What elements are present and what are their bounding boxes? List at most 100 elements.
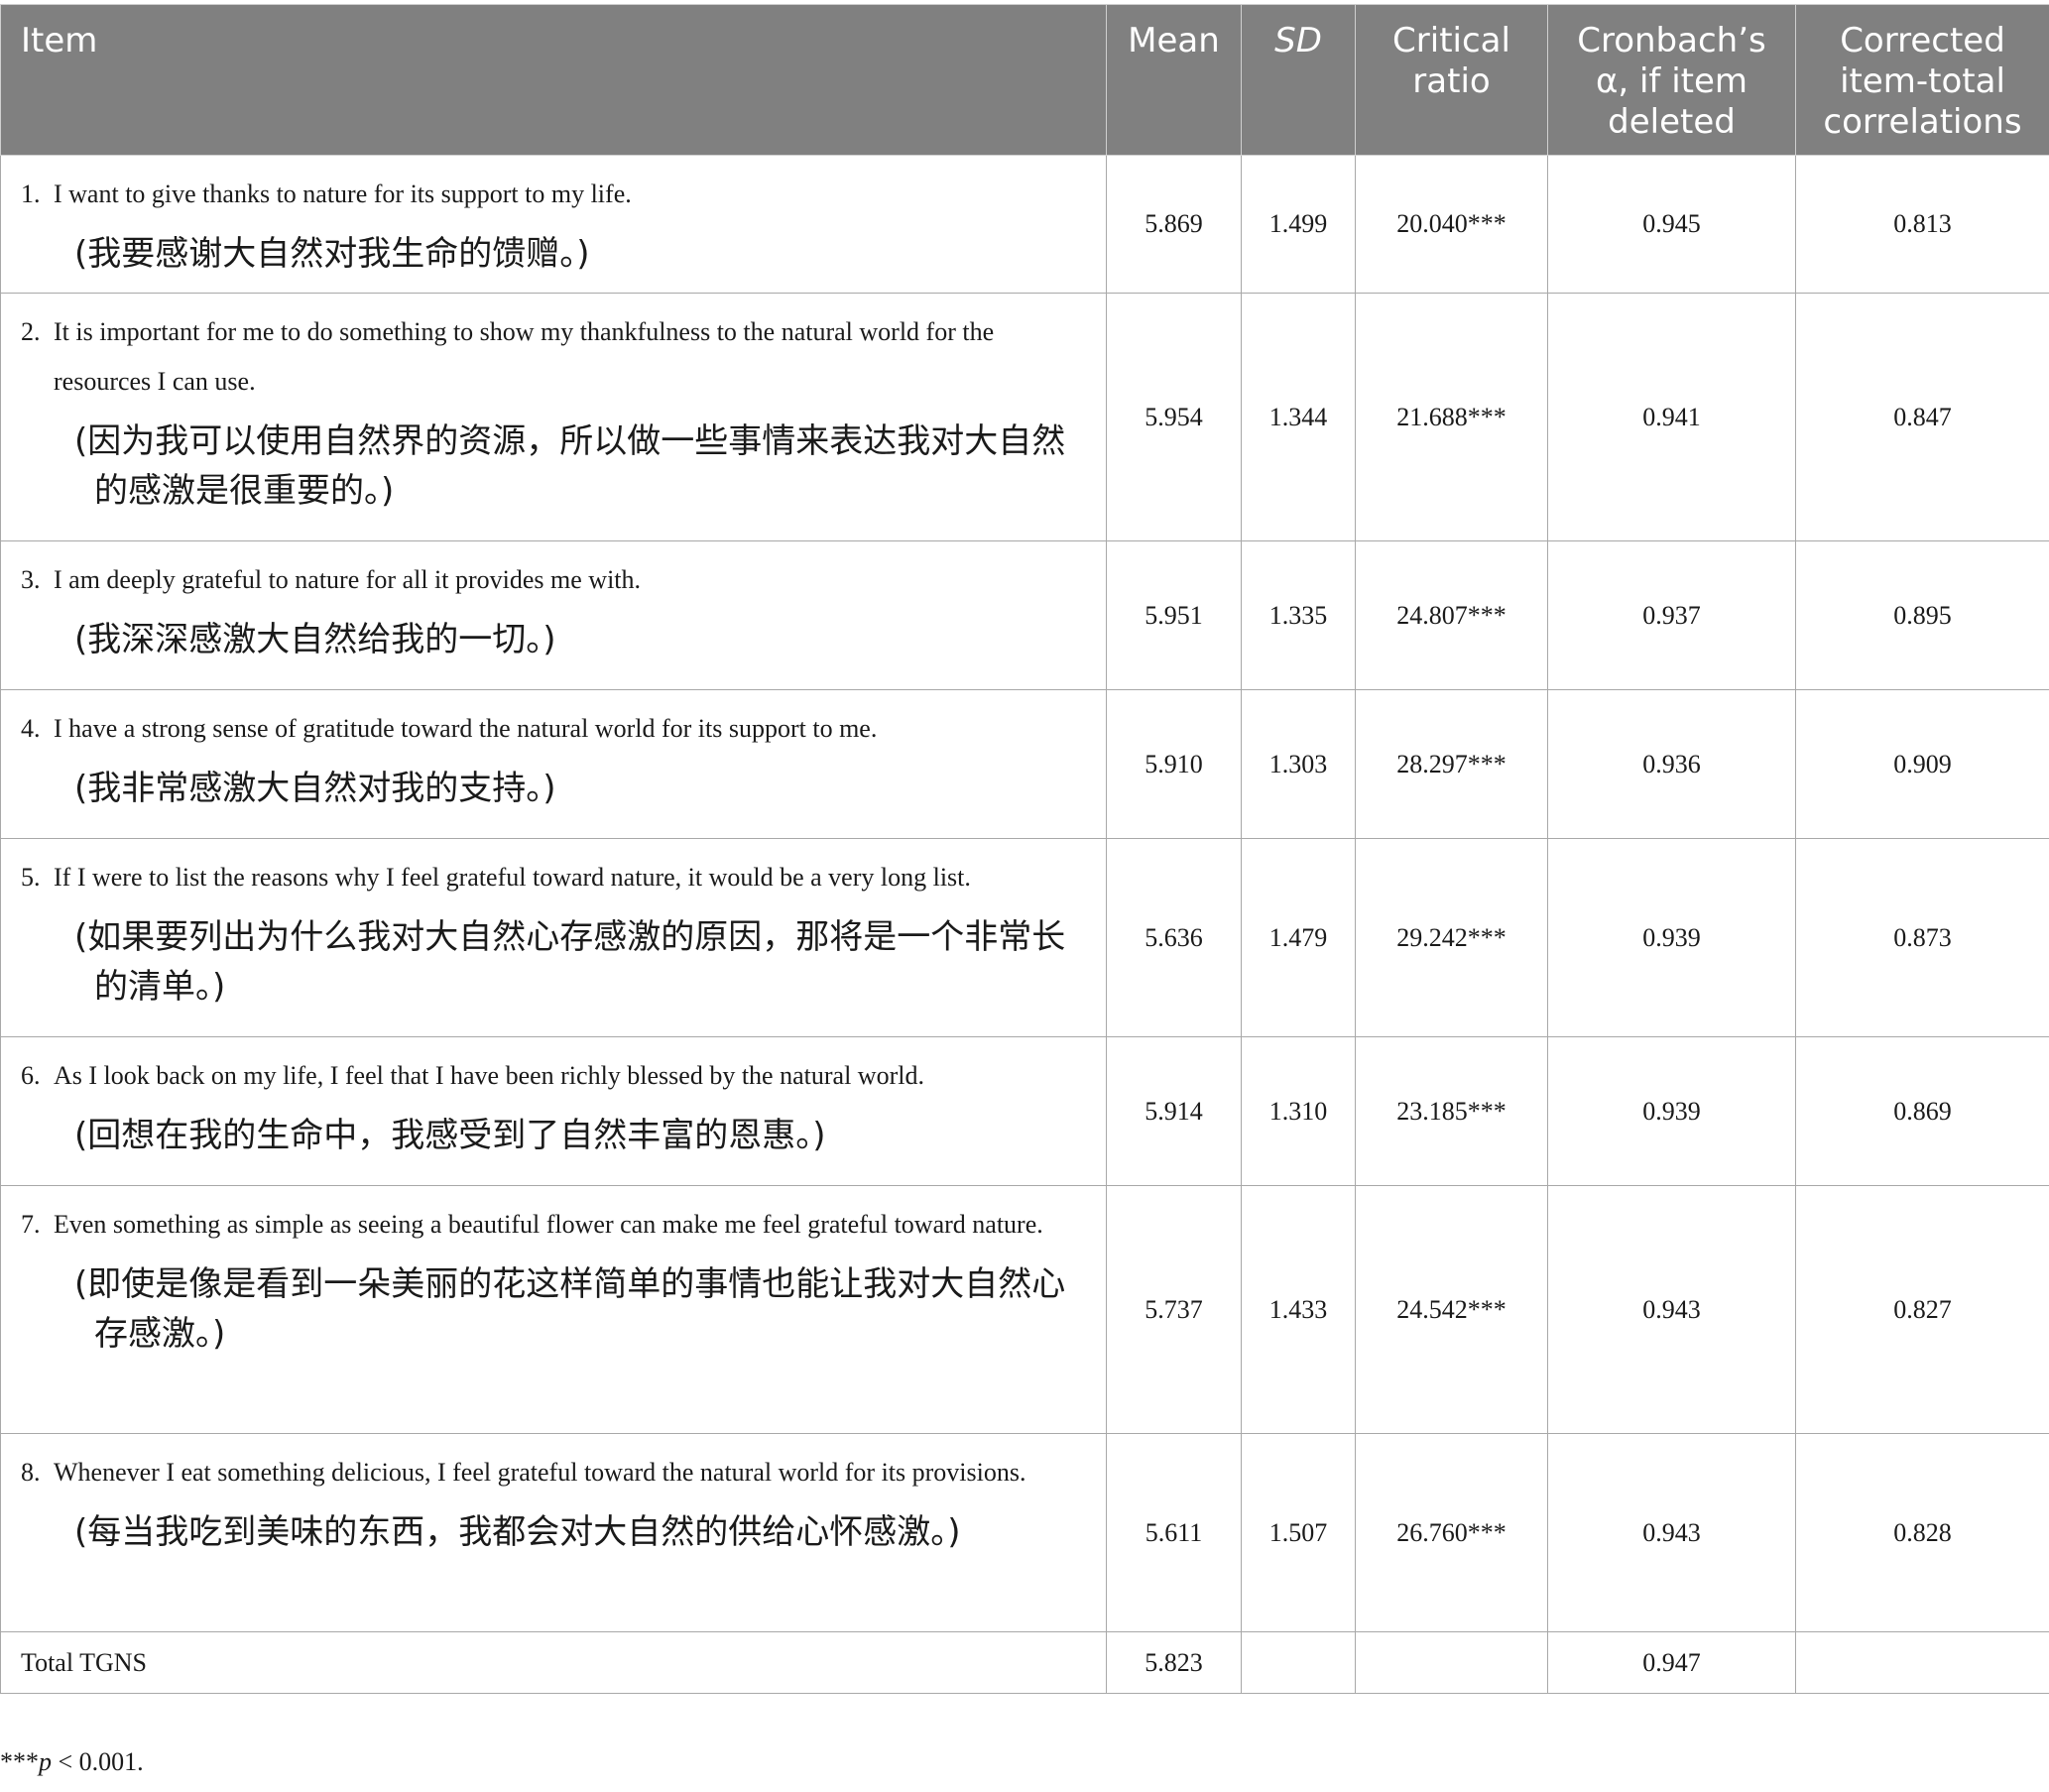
sd-cell: 1.499 [1241,155,1356,294]
corrected-cell: 0.909 [1795,689,2049,839]
header-corrected: Corrected item-total correlations [1795,4,2049,156]
data-table: Item Mean SD Critical ratio Cronbach’s α… [0,4,2049,1694]
critical-ratio-cell: 24.807*** [1355,540,1548,690]
header-sd: SD [1241,4,1356,156]
item-chinese: (即使是像是看到一朵美丽的花这样简单的事情也能让我对大自然心存感激。) [74,1264,1066,1354]
sd-cell: 1.344 [1241,293,1356,541]
item-chinese: (因为我可以使用自然界的资源，所以做一些事情来表达我对大自然的感激是很重要的。) [74,421,1066,511]
sd-cell: 1.303 [1241,689,1356,839]
table-row: 5. If I were to list the reasons why I fe… [0,838,2049,1037]
corrected-cell: 0.828 [1795,1433,2049,1632]
item-english: As I look back on my life, I feel that I… [54,1061,924,1090]
item-cell: 5. If I were to list the reasons why I fe… [0,838,1107,1037]
table-row: 6. As I look back on my life, I feel that… [0,1036,2049,1186]
item-cell: 1. I want to give thanks to nature for it… [0,155,1107,294]
footnote-text: < 0.001. [52,1747,144,1776]
table-container: Item Mean SD Critical ratio Cronbach’s α… [0,4,2049,1694]
mean-cell: 5.951 [1106,540,1242,690]
table-row: 1. I want to give thanks to nature for it… [0,155,2049,294]
item-cell: 7. Even something as simple as seeing a b… [0,1185,1107,1434]
table-row: 8. Whenever I eat something delicious, I … [0,1433,2049,1632]
header-item: Item [0,4,1107,156]
critical-ratio-cell: 28.297*** [1355,689,1548,839]
total-row: Total TGNS 5.823 0.947 [0,1631,2049,1694]
mean-cell: 5.954 [1106,293,1242,541]
table-row: 2. It is important for me to do something… [0,293,2049,541]
table-row: 3. I am deeply grateful to nature for all… [0,540,2049,690]
item-number: 1. [21,179,41,208]
item-number: 3. [21,565,41,594]
corrected-cell: 0.827 [1795,1185,2049,1434]
total-mean: 5.823 [1106,1631,1242,1694]
corrected-cell: 0.869 [1795,1036,2049,1186]
sd-cell: 1.507 [1241,1433,1356,1632]
table-row: 7. Even something as simple as seeing a b… [0,1185,2049,1434]
item-chinese: (我非常感激大自然对我的支持。) [74,769,556,808]
mean-cell: 5.737 [1106,1185,1242,1434]
alpha-cell: 0.945 [1547,155,1796,294]
item-english: I have a strong sense of gratitude towar… [54,714,878,743]
header-row: Item Mean SD Critical ratio Cronbach’s α… [0,4,2049,156]
item-chinese: (回想在我的生命中，我感受到了自然丰富的恩惠。) [74,1116,826,1155]
sd-cell: 1.479 [1241,838,1356,1037]
item-english: It is important for me to do something t… [54,317,995,396]
alpha-cell: 0.943 [1547,1433,1796,1632]
item-english: I am deeply grateful to nature for all i… [54,565,642,594]
alpha-cell: 0.939 [1547,838,1796,1037]
item-english: I want to give thanks to nature for its … [54,179,632,208]
corrected-cell: 0.813 [1795,155,2049,294]
corrected-cell: 0.847 [1795,293,2049,541]
total-corrected [1795,1631,2049,1694]
item-cell: 3. I am deeply grateful to nature for all… [0,540,1107,690]
sd-cell: 1.433 [1241,1185,1356,1434]
alpha-cell: 0.937 [1547,540,1796,690]
sd-cell: 1.310 [1241,1036,1356,1186]
alpha-cell: 0.939 [1547,1036,1796,1186]
mean-cell: 5.910 [1106,689,1242,839]
item-english: Even something as simple as seeing a bea… [54,1210,1043,1239]
item-chinese: (我深深感激大自然给我的一切。) [74,620,556,659]
item-cell: 6. As I look back on my life, I feel that… [0,1036,1107,1186]
total-label: Total TGNS [0,1631,1107,1694]
table-row: 4. I have a strong sense of gratitude tow… [0,689,2049,839]
header-mean: Mean [1106,4,1242,156]
critical-ratio-cell: 24.542*** [1355,1185,1548,1434]
alpha-cell: 0.941 [1547,293,1796,541]
item-cell: 4. I have a strong sense of gratitude tow… [0,689,1107,839]
total-sd [1241,1631,1356,1694]
total-critical-ratio [1355,1631,1548,1694]
mean-cell: 5.914 [1106,1036,1242,1186]
critical-ratio-cell: 20.040*** [1355,155,1548,294]
total-alpha: 0.947 [1547,1631,1796,1694]
item-number: 5. [21,863,41,892]
critical-ratio-cell: 21.688*** [1355,293,1548,541]
item-chinese: (我要感谢大自然对我生命的馈赠。) [74,234,590,274]
item-cell: 2. It is important for me to do something… [0,293,1107,541]
item-english: If I were to list the reasons why I feel… [54,863,971,892]
mean-cell: 5.869 [1106,155,1242,294]
critical-ratio-cell: 29.242*** [1355,838,1548,1037]
footnote-p: p [39,1747,52,1776]
item-number: 7. [21,1210,41,1239]
item-number: 4. [21,714,41,743]
item-cell: 8. Whenever I eat something delicious, I … [0,1433,1107,1632]
item-number: 8. [21,1458,41,1487]
alpha-cell: 0.943 [1547,1185,1796,1434]
item-number: 6. [21,1061,41,1090]
corrected-cell: 0.895 [1795,540,2049,690]
header-critical-ratio: Critical ratio [1355,4,1548,156]
footnote-stars: *** [0,1747,39,1776]
item-number: 2. [21,317,41,346]
header-alpha: Cronbach’s α, if item deleted [1547,4,1796,156]
item-chinese: (每当我吃到美味的东西，我都会对大自然的供给心怀感激。) [74,1512,961,1552]
corrected-cell: 0.873 [1795,838,2049,1037]
item-english: Whenever I eat something delicious, I fe… [54,1458,1026,1487]
critical-ratio-cell: 26.760*** [1355,1433,1548,1632]
mean-cell: 5.611 [1106,1433,1242,1632]
alpha-cell: 0.936 [1547,689,1796,839]
critical-ratio-cell: 23.185*** [1355,1036,1548,1186]
mean-cell: 5.636 [1106,838,1242,1037]
sd-cell: 1.335 [1241,540,1356,690]
footnote: ***p < 0.001. [0,1747,144,1777]
item-chinese: (如果要列出为什么我对大自然心存感激的原因，那将是一个非常长的清单。) [74,917,1066,1007]
